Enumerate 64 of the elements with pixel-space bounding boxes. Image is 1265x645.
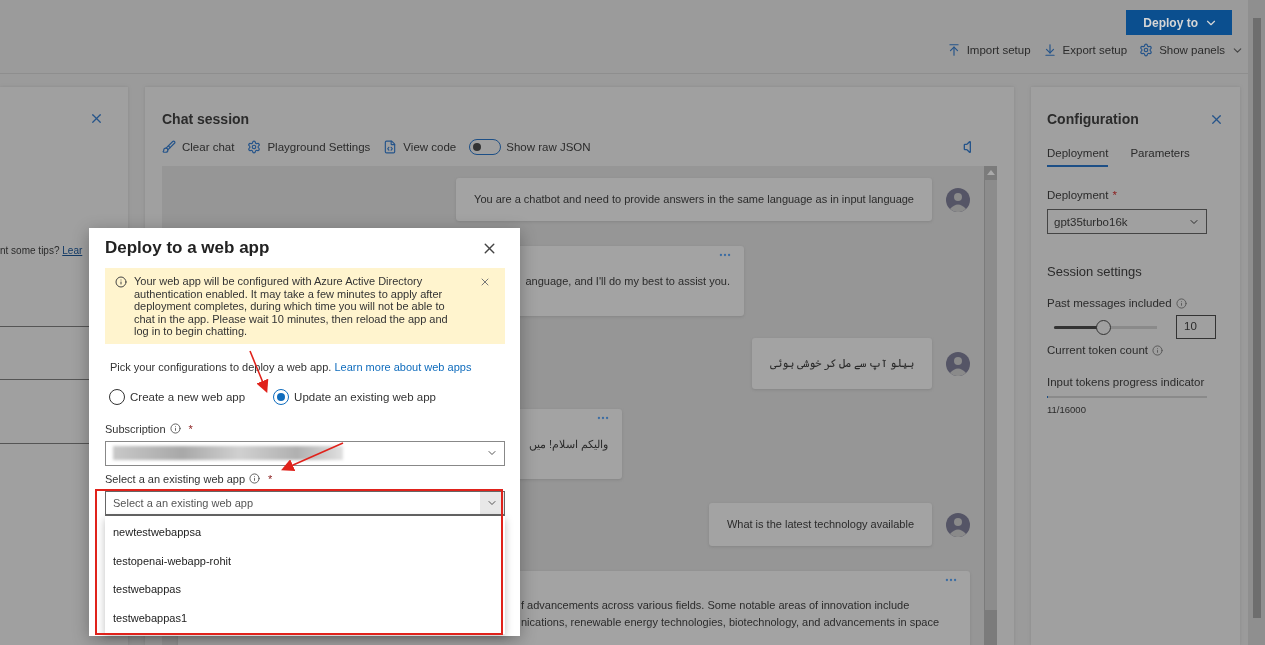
toolbar-button[interactable]: Clear chat <box>162 140 235 154</box>
toolbar-button[interactable]: Show panels <box>1139 43 1244 57</box>
info-icon[interactable] <box>1175 297 1187 309</box>
message-text: nications, renewable energy technologies, biotechnology, and advancements in space <box>521 615 940 630</box>
dropdown-option[interactable]: testwebappas1 <box>105 603 505 632</box>
deployment-select[interactable]: gpt35turbo16k <box>1047 209 1207 234</box>
radio-option[interactable]: Update an existing web app <box>273 388 436 405</box>
tab[interactable]: Parameters <box>1130 147 1190 167</box>
info-icon[interactable] <box>1152 344 1163 356</box>
required-mark: * <box>268 472 273 485</box>
info-icon[interactable] <box>169 423 181 435</box>
download-icon <box>1042 43 1057 57</box>
field-label: Current token count <box>1047 344 1148 356</box>
deploy-button[interactable]: Deploy to <box>1126 10 1232 35</box>
brush-icon <box>162 140 176 154</box>
webapp-select[interactable]: Select a an existing web app <box>105 490 505 516</box>
dropdown-option[interactable]: testopenai-webapp-rohit <box>105 546 505 575</box>
scrollbar-thumb[interactable] <box>984 180 997 610</box>
avatar <box>946 351 970 376</box>
message-text: anguage, and I'll do my best to assist you. <box>525 273 730 289</box>
dropdown-option[interactable]: testwebappas <box>105 574 505 604</box>
number-field[interactable]: 10 <box>1176 315 1216 339</box>
scroll-up-icon[interactable] <box>986 170 995 175</box>
upload-icon <box>946 43 961 57</box>
field-label: Select a an existing web app <box>105 472 246 485</box>
panel-title: Chat session <box>162 111 251 127</box>
message-text: والیکم اسلام! میں <box>528 436 608 453</box>
subscription-select[interactable] <box>105 440 505 466</box>
radio-option[interactable]: Create a new web app <box>109 388 246 405</box>
panel-title: Configuration <box>1047 111 1139 127</box>
info-icon <box>115 276 127 288</box>
required-mark: * <box>188 422 193 435</box>
toggle-label: Show raw JSON <box>506 141 591 153</box>
section-title: Session settings <box>1047 264 1143 279</box>
settings-icon <box>1139 43 1154 57</box>
learn-link[interactable]: Lear <box>62 245 83 256</box>
progress-label: Input tokens progress indicator <box>1047 376 1206 388</box>
slider-thumb[interactable] <box>1096 319 1112 335</box>
avatar <box>946 512 970 537</box>
toolbar-button[interactable]: Export setup <box>1042 43 1128 57</box>
message-text: ہیلو آپ سے مل کر خوشی ہوئی <box>769 356 914 372</box>
close-icon[interactable] <box>89 111 104 126</box>
avatar <box>946 187 970 212</box>
close-button[interactable] <box>479 276 491 288</box>
scrollbar-thumb[interactable] <box>1252 18 1261 618</box>
settings-icon <box>247 140 262 154</box>
field-label: Past messages included <box>1047 297 1172 309</box>
toolbar-button[interactable]: Playground Settings <box>247 140 371 154</box>
tab[interactable]: Deployment <box>1047 147 1109 167</box>
info-icon[interactable] <box>249 473 261 485</box>
annotation-arrow <box>281 442 344 471</box>
toolbar-button[interactable]: View code <box>383 140 457 154</box>
learn-more-link[interactable]: Learn more about web apps <box>334 360 472 373</box>
dropdown-option[interactable]: newtestwebappsa <box>105 517 505 547</box>
message-text: You are a chatbot and need to provide answers in the same language as in input language <box>474 192 914 207</box>
warning-text: Your web app will be configured with Azure Active Directory authentication enabled. It may take a few minutes to apply after deployment completes, during which time you will not be able to chat in the app. Please wait 10 minutes, then reload the app and log in to begin chatting. <box>134 275 449 338</box>
token-reading: 11/16000 <box>1047 404 1087 415</box>
dialog-title: Deploy to a web app <box>105 238 270 258</box>
code-file-icon <box>383 140 398 154</box>
field-label: Subscription <box>105 422 166 435</box>
message-text: What is the latest technology available <box>726 517 914 532</box>
field-label: Deployment * <box>1047 189 1118 201</box>
toolbar-button[interactable]: Import setup <box>946 43 1031 57</box>
message-text: f advancements across various fields. Some notable areas of innovation include <box>521 598 910 613</box>
